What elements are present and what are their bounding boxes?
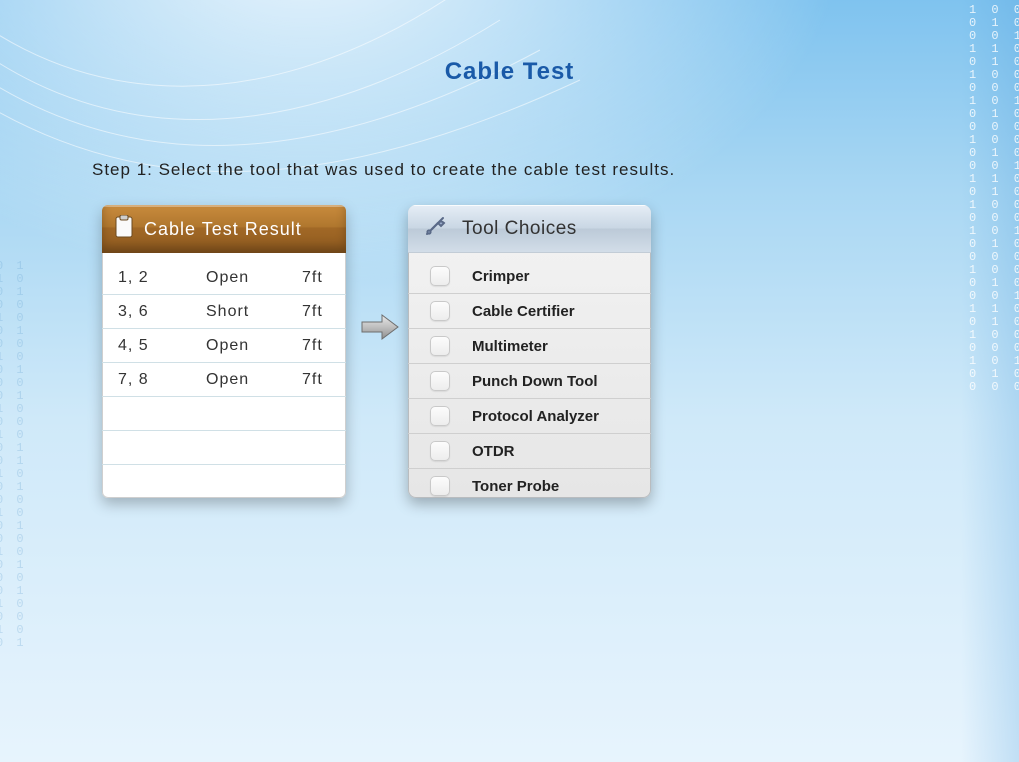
tool-label: OTDR [472, 443, 515, 460]
result-row-empty [102, 431, 346, 465]
tools-icon [422, 213, 448, 245]
tool-panel-title: Tool Choices [462, 218, 577, 240]
result-row-empty [102, 465, 346, 498]
page-title: Cable Test [0, 58, 1019, 86]
step-instruction: Step 1: Select the tool that was used to… [92, 160, 675, 180]
tool-panel: Tool Choices Crimper Cable Certifier Mul… [408, 205, 651, 498]
result-row-empty [102, 397, 346, 431]
tool-label: Punch Down Tool [472, 373, 598, 390]
checkbox[interactable] [430, 266, 450, 286]
checkbox[interactable] [430, 371, 450, 391]
tool-choice-punch-down-tool[interactable]: Punch Down Tool [408, 364, 651, 399]
binary-decor-right: 1 0 0 1 0 1 0 0 0 0 1 1 1 1 0 1 0 1 0 0 … [961, 0, 1019, 762]
tool-choice-multimeter[interactable]: Multimeter [408, 329, 651, 364]
result-pair: 7, 8 [102, 371, 206, 389]
tool-label: Toner Probe [472, 478, 559, 495]
result-row: 1, 2 Open 7ft [102, 261, 346, 295]
result-status: Short [206, 303, 302, 321]
tool-choice-cable-certifier[interactable]: Cable Certifier [408, 294, 651, 329]
clipboard-icon [114, 215, 134, 244]
tool-choice-protocol-analyzer[interactable]: Protocol Analyzer [408, 399, 651, 434]
background-swoosh [0, 0, 640, 220]
checkbox[interactable] [430, 476, 450, 496]
checkbox[interactable] [430, 406, 450, 426]
result-panel-header: Cable Test Result [102, 205, 346, 253]
result-pair: 4, 5 [102, 337, 206, 355]
checkbox[interactable] [430, 441, 450, 461]
result-status: Open [206, 371, 302, 389]
result-status: Open [206, 269, 302, 287]
tool-label: Crimper [472, 268, 530, 285]
result-distance: 7ft [302, 303, 346, 321]
tool-choice-crimper[interactable]: Crimper [408, 259, 651, 294]
checkbox[interactable] [430, 336, 450, 356]
checkbox[interactable] [430, 301, 450, 321]
result-status: Open [206, 337, 302, 355]
tool-label: Cable Certifier [472, 303, 575, 320]
result-pair: 3, 6 [102, 303, 206, 321]
arrow-icon [360, 312, 400, 347]
result-row: 4, 5 Open 7ft [102, 329, 346, 363]
tool-choice-toner-probe[interactable]: Toner Probe [408, 469, 651, 498]
result-row: 3, 6 Short 7ft [102, 295, 346, 329]
result-panel-body: 1, 2 Open 7ft 3, 6 Short 7ft 4, 5 Open 7… [102, 253, 346, 498]
result-panel: Cable Test Result 1, 2 Open 7ft 3, 6 Sho… [102, 205, 346, 498]
result-distance: 7ft [302, 371, 346, 389]
tool-label: Multimeter [472, 338, 548, 355]
tool-label: Protocol Analyzer [472, 408, 599, 425]
result-distance: 7ft [302, 337, 346, 355]
result-distance: 7ft [302, 269, 346, 287]
tool-panel-header: Tool Choices [408, 205, 651, 253]
binary-decor-left: 0 1 0 1 0 0 0 1 0 0 0 1 1 0 1 0 1 0 0 0 … [0, 260, 24, 720]
tool-panel-body: Crimper Cable Certifier Multimeter Punch… [408, 253, 651, 498]
result-pair: 1, 2 [102, 269, 206, 287]
result-panel-title: Cable Test Result [144, 219, 302, 240]
result-row: 7, 8 Open 7ft [102, 363, 346, 397]
tool-choice-otdr[interactable]: OTDR [408, 434, 651, 469]
